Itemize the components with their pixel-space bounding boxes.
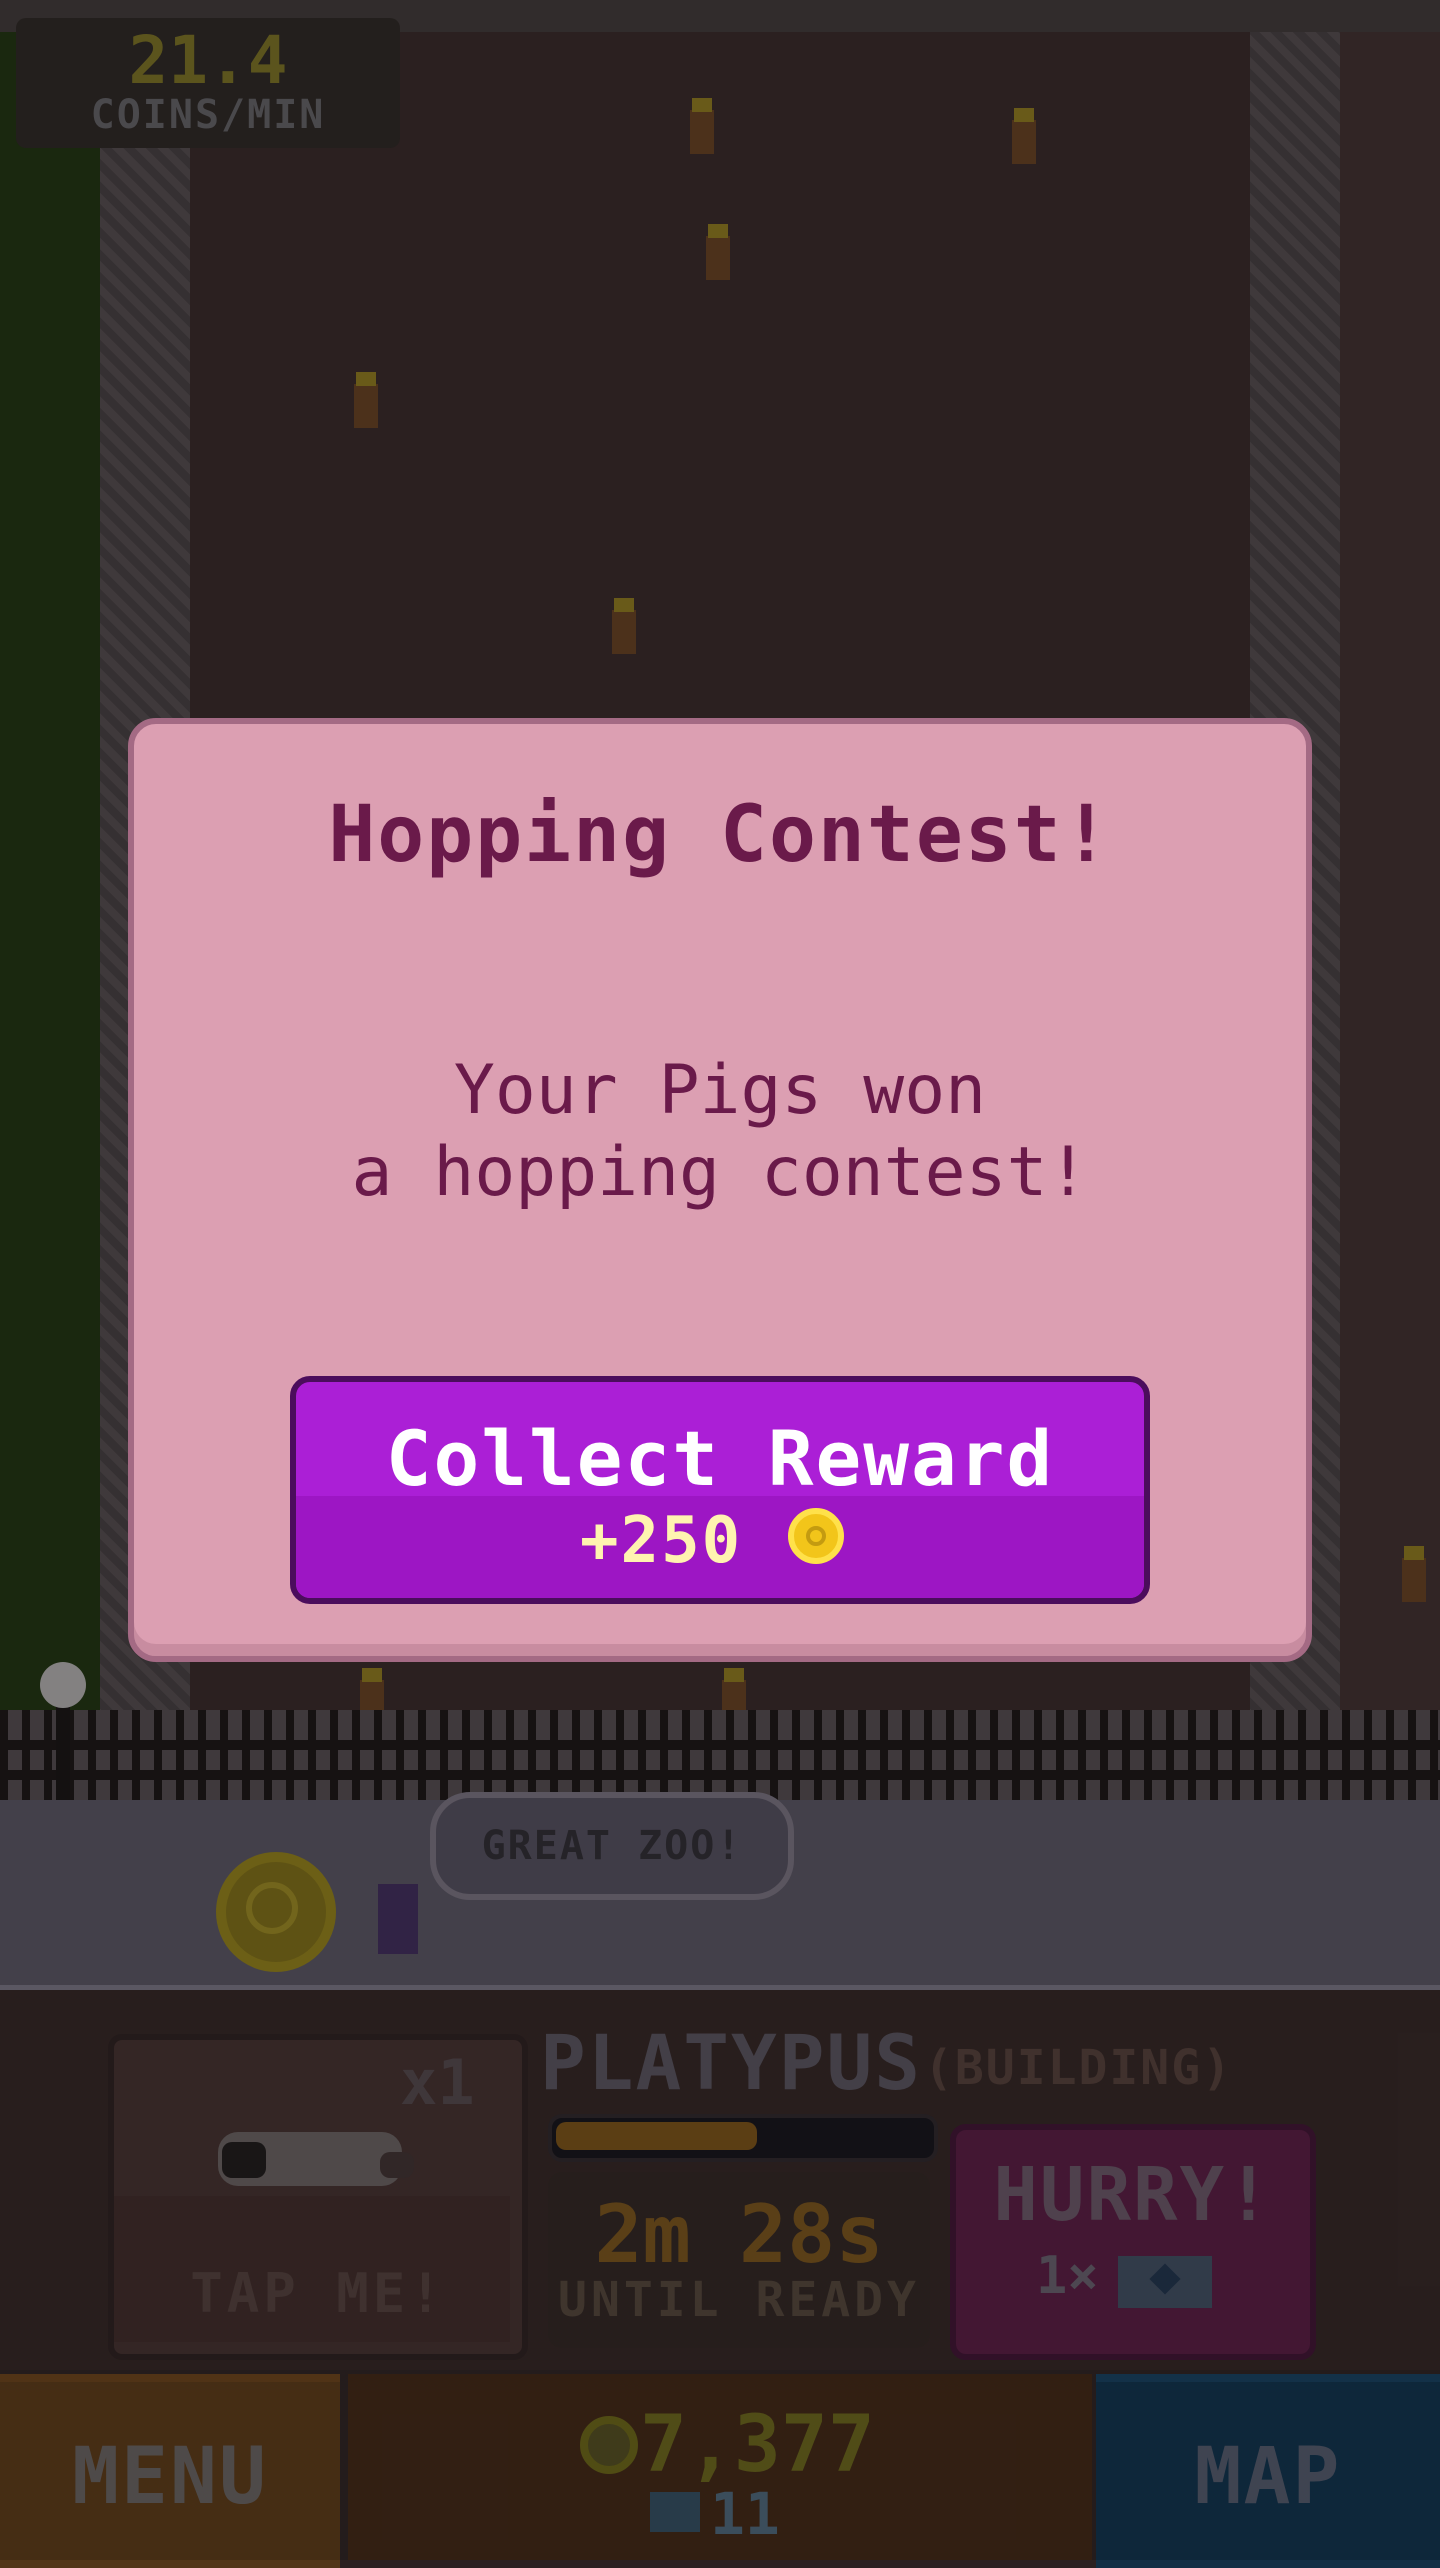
collect-reward-label: Collect Reward [385,1414,1055,1503]
dialog-message: Your Pigs won a hopping contest! [128,1050,1312,1214]
dialog-message-line: Your Pigs won [453,1051,987,1130]
dialog-message-line: a hopping contest! [351,1133,1089,1212]
reward-amount: +250 [580,1504,743,1578]
coin-icon [788,1508,844,1564]
dialog-title: Hopping Contest! [328,790,1112,880]
